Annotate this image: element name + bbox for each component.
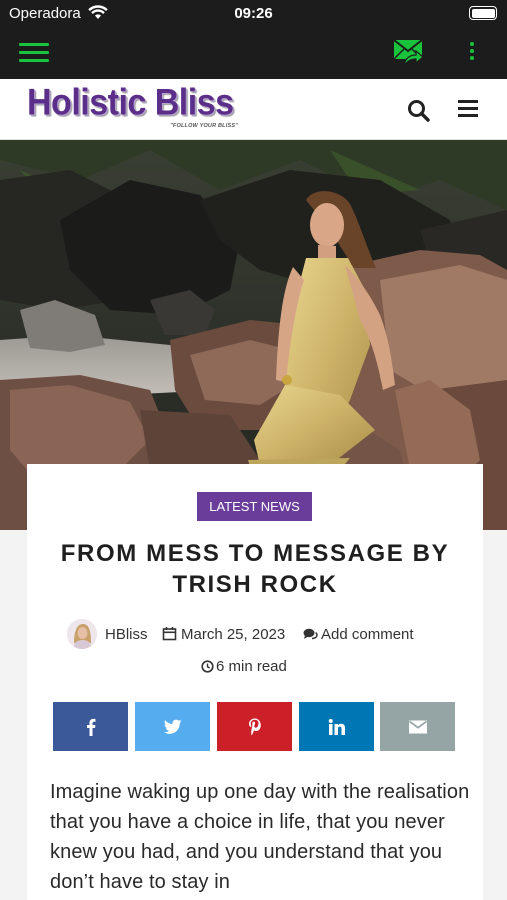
menu-icon[interactable]	[456, 100, 480, 122]
share-facebook-button[interactable]	[53, 702, 128, 751]
site-header: Holistic Bliss "FOLLOW YOUR BLISS"	[0, 79, 507, 140]
publish-date: March 25, 2023	[181, 626, 286, 643]
site-logo[interactable]: Holistic Bliss "FOLLOW YOUR BLISS"	[27, 82, 242, 132]
share-linkedin-button[interactable]	[299, 702, 374, 751]
facebook-icon	[86, 718, 95, 736]
share-twitter-button[interactable]	[135, 702, 210, 751]
status-bar: Operadora 09:26	[0, 0, 507, 27]
linkedin-icon	[328, 718, 345, 735]
author-name[interactable]: HBliss	[105, 626, 148, 643]
reading-time: 6 min read	[27, 657, 483, 677]
app-toolbar	[0, 27, 507, 79]
share-email-button[interactable]	[380, 702, 455, 751]
logo-tagline: "FOLLOW YOUR BLISS"	[170, 123, 238, 129]
comment-icon	[303, 628, 318, 645]
article-body: Imagine waking up one day with the reali…	[50, 781, 470, 893]
pinterest-icon	[248, 718, 261, 735]
read-time-label: 6 min read	[216, 658, 287, 675]
email-icon	[408, 720, 427, 733]
logo-text: Holistic Bliss	[27, 82, 234, 124]
author-avatar[interactable]	[67, 619, 97, 649]
article-title: FROM MESS TO MESSAGE BY TRISH ROCK	[60, 540, 450, 598]
more-vertical-icon[interactable]	[464, 39, 480, 65]
calendar-icon	[162, 626, 177, 645]
article-card: LATEST NEWS FROM MESS TO MESSAGE BY TRIS…	[27, 464, 483, 900]
share-pinterest-button[interactable]	[217, 702, 292, 751]
add-comment-link[interactable]: Add comment	[321, 626, 414, 643]
clock-time: 09:26	[234, 5, 273, 22]
share-buttons	[53, 702, 455, 751]
search-icon[interactable]	[406, 98, 432, 124]
twitter-icon	[163, 719, 181, 734]
clock-icon	[201, 660, 214, 677]
battery-icon	[469, 6, 497, 20]
article-meta: HBliss March 25, 2023 Add comment	[27, 618, 483, 650]
category-badge[interactable]: LATEST NEWS	[197, 492, 312, 521]
hamburger-menu-icon[interactable]	[18, 38, 52, 66]
mail-forward-icon[interactable]	[392, 37, 426, 67]
